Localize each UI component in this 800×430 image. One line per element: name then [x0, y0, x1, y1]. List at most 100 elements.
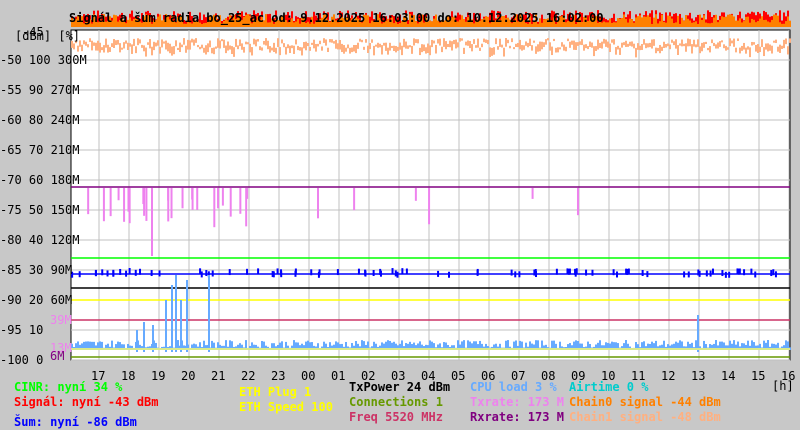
chain1-mark — [391, 45, 393, 49]
chain1-mark — [205, 45, 207, 55]
chain1-mark — [233, 47, 235, 57]
chain1-mark — [131, 44, 133, 54]
chain0-mark — [639, 15, 641, 27]
chain1-mark — [379, 43, 381, 48]
chain1-mark — [783, 39, 785, 49]
chain1-mark — [681, 39, 683, 47]
chain1-mark — [615, 47, 617, 55]
chain0-mark — [739, 18, 741, 27]
noise-mark — [396, 271, 399, 278]
chain1-mark — [331, 39, 333, 43]
chain1-mark — [167, 42, 169, 52]
chain1-mark — [135, 46, 137, 54]
chain0-mark — [637, 16, 639, 27]
chain1-mark — [603, 38, 605, 44]
chain0-mark — [755, 22, 757, 27]
chain1-mark — [751, 41, 753, 46]
chain1-mark — [501, 44, 503, 48]
chain1-mark — [333, 41, 335, 44]
chain1-mark — [187, 39, 189, 50]
chain0-mark — [617, 18, 619, 27]
chain1-mark — [211, 47, 213, 54]
chain1-mark — [421, 44, 423, 53]
chain1-mark — [175, 40, 177, 47]
chain1-mark — [237, 45, 239, 50]
chain1-mark — [357, 42, 359, 49]
chain0-mark — [709, 23, 711, 27]
chain1-mark — [573, 40, 575, 50]
y-tick-label: -60 80 240M — [0, 113, 79, 127]
chain0-mark — [641, 17, 643, 27]
y-tick-label: -95 10 — [0, 323, 43, 337]
chain1-mark — [301, 47, 303, 56]
noise-mark — [770, 270, 773, 277]
chain0-mark — [693, 22, 695, 27]
chain1-mark — [473, 39, 475, 44]
chain1-mark — [121, 47, 123, 50]
chain1-mark — [511, 38, 513, 43]
chain1-mark — [691, 44, 693, 54]
chain0-mark — [655, 14, 657, 27]
chain1-mark — [667, 43, 669, 47]
chain1-mark — [785, 38, 787, 45]
chain1-mark — [369, 42, 371, 50]
chain1-mark — [523, 45, 525, 50]
noise-mark — [318, 269, 321, 276]
legend-signal: Signál: nyní -43 dBm — [14, 395, 159, 409]
cpu-spike — [152, 325, 154, 352]
chain1-mark — [707, 47, 709, 51]
chain1-mark — [517, 42, 519, 48]
chain1-mark — [495, 38, 497, 45]
chain1-mark — [601, 41, 603, 49]
chain1-mark — [725, 45, 727, 51]
noise-mark — [150, 270, 153, 277]
chain0-mark — [719, 19, 721, 27]
chain0-mark — [721, 16, 723, 27]
noise-mark — [555, 268, 558, 275]
chain1-mark — [689, 39, 691, 47]
chain1-mark — [713, 42, 715, 47]
chain1-mark — [621, 42, 623, 48]
chain1-mark — [661, 46, 663, 51]
noise-mark — [591, 269, 594, 276]
chain1-mark — [221, 39, 223, 42]
chain0-mark — [697, 23, 699, 27]
chain1-mark — [467, 40, 469, 46]
noise-mark — [568, 268, 571, 275]
x-tick-label: 21 — [211, 369, 225, 383]
chain1-mark — [411, 45, 413, 54]
chain1-mark — [487, 39, 489, 45]
chain1-mark — [289, 45, 291, 54]
chain0-mark — [765, 19, 767, 27]
chain1-mark — [685, 43, 687, 52]
chain1-mark — [765, 43, 767, 50]
chain1-mark — [389, 42, 391, 51]
chain1-mark — [285, 46, 287, 55]
chain1-mark — [209, 40, 211, 48]
chain0-mark — [683, 20, 685, 27]
chain1-mark — [87, 44, 89, 48]
chain1-mark — [693, 39, 695, 47]
chain1-mark — [311, 42, 313, 45]
noise-mark — [612, 269, 615, 276]
chain0-mark — [715, 14, 717, 27]
chain1-mark — [609, 43, 611, 53]
cpu-spike — [697, 315, 699, 352]
noise-mark — [405, 268, 408, 275]
txrate-mark — [414, 188, 417, 201]
chain0-mark — [761, 16, 763, 27]
chain1-mark — [287, 44, 289, 49]
plot-area — [70, 29, 791, 361]
noise-mark — [772, 269, 775, 276]
noise-mark — [721, 270, 724, 277]
chain1-mark — [295, 39, 297, 45]
chain0-mark — [625, 18, 627, 27]
chain1-mark — [305, 41, 307, 51]
chain1-mark — [161, 39, 163, 48]
txrate-mark — [239, 188, 242, 214]
chain1-mark — [247, 42, 249, 45]
chain0-mark — [605, 22, 607, 27]
chain1-mark — [595, 46, 597, 51]
y-tick-label: -55 90 270M — [0, 83, 79, 97]
chain1-mark — [239, 39, 241, 47]
